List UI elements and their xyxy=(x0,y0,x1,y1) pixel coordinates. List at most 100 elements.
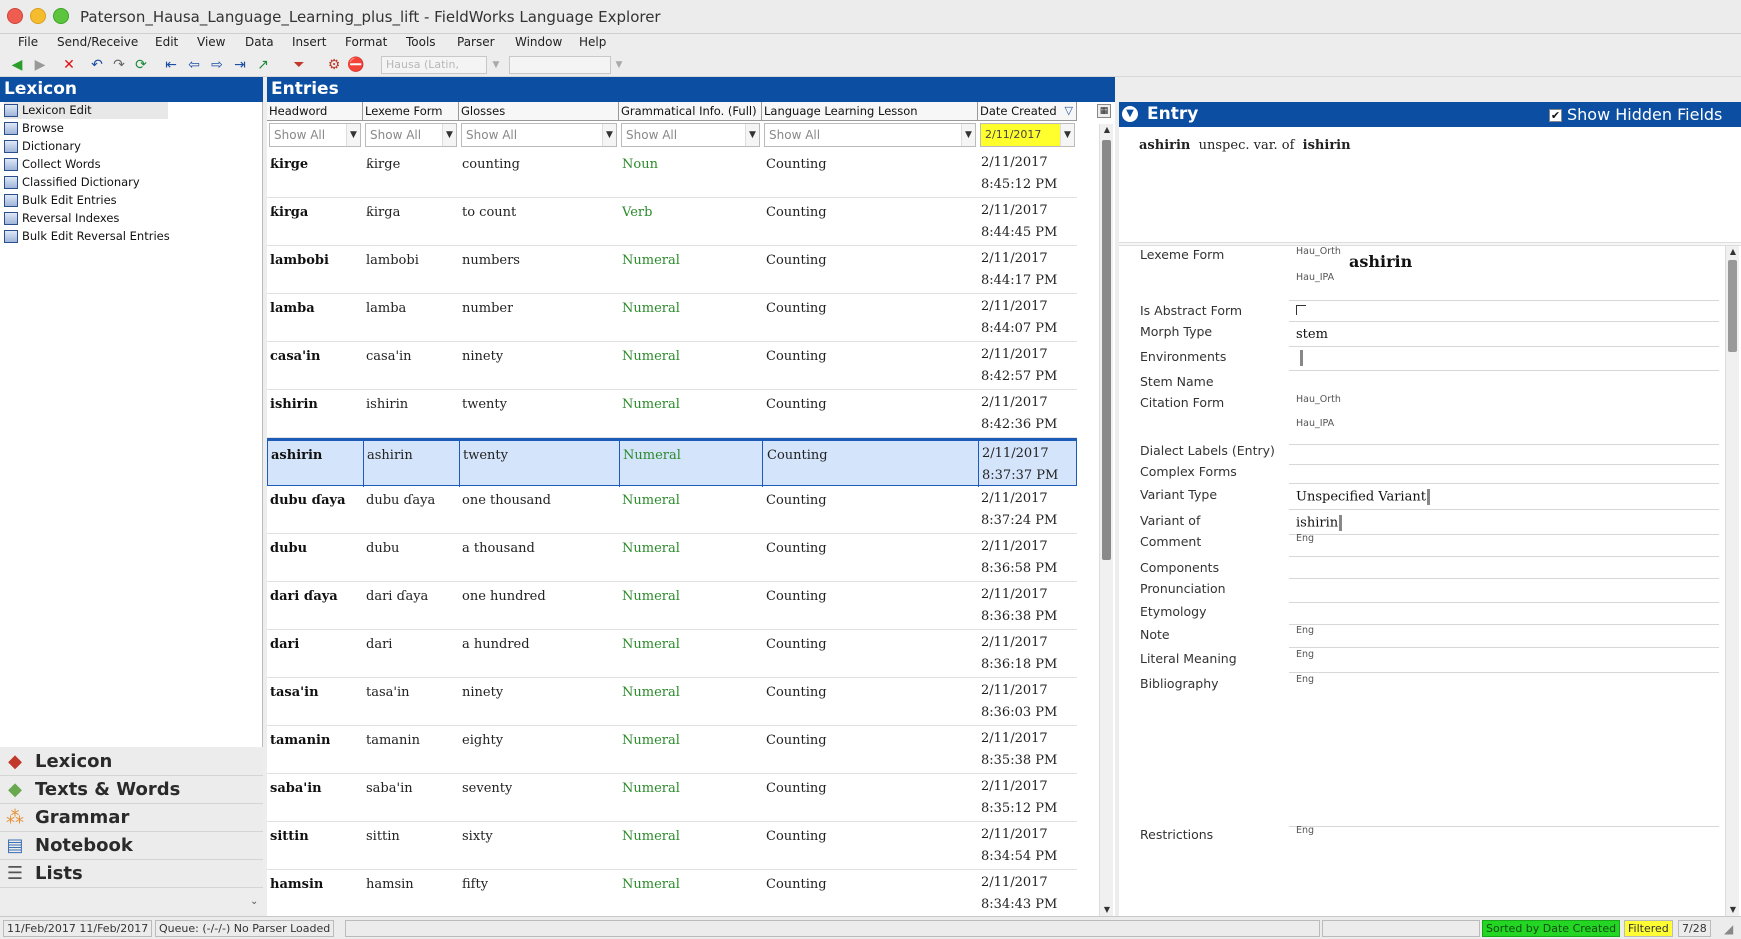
area-lists[interactable]: ☰ Lists xyxy=(0,860,263,888)
chevron-down-icon[interactable]: ▼ xyxy=(745,124,759,146)
chevron-down-icon[interactable]: ▼ xyxy=(489,56,503,74)
area-notebook[interactable]: ▤ Notebook xyxy=(0,832,263,860)
filter-lexeme-form[interactable]: Show All ▼ xyxy=(365,123,457,147)
tool-bulk-edit-entries[interactable]: Bulk Edit Entries xyxy=(4,192,117,209)
chevron-down-icon[interactable]: ▼ xyxy=(442,124,456,146)
forward-icon[interactable]: ▶ xyxy=(31,56,49,74)
menu-file[interactable]: File xyxy=(18,35,38,49)
previous-record-icon[interactable]: ⇦ xyxy=(185,56,203,74)
back-icon[interactable]: ◀ xyxy=(8,56,26,74)
tool-classified-dictionary[interactable]: Classified Dictionary xyxy=(4,174,140,191)
tool-browse[interactable]: Browse xyxy=(4,120,64,137)
scroll-down-icon[interactable]: ▼ xyxy=(1726,904,1740,916)
spellcheck-icon[interactable]: ⚙ xyxy=(325,56,343,74)
resize-grip-icon[interactable]: ◢ xyxy=(1724,922,1733,936)
menu-edit[interactable]: Edit xyxy=(155,35,178,49)
chevron-down-icon[interactable]: ▼ xyxy=(602,124,616,146)
is-abstract-checkbox[interactable] xyxy=(1296,305,1306,315)
menu-help[interactable]: Help xyxy=(579,35,606,49)
last-record-icon[interactable]: ⇥ xyxy=(231,56,249,74)
column-header-grammatical-info[interactable]: Grammatical Info. (Full) xyxy=(619,102,762,121)
next-record-icon[interactable]: ⇨ xyxy=(208,56,226,74)
area-grammar[interactable]: ⁂ Grammar xyxy=(0,804,263,832)
table-row[interactable]: dari dari a hundred Numeral Counting 2/11/201… xyxy=(267,630,1077,678)
environments-field[interactable] xyxy=(1300,350,1303,366)
maximize-window-button[interactable] xyxy=(53,8,69,24)
pane-splitter[interactable] xyxy=(1119,242,1741,246)
variant-type-value[interactable]: Unspecified Variant xyxy=(1296,489,1430,505)
scroll-up-icon[interactable]: ▲ xyxy=(1726,246,1740,258)
scroll-down-icon[interactable]: ▼ xyxy=(1100,904,1114,916)
column-header-date-created[interactable]: Date Created ▽ xyxy=(978,102,1077,121)
table-row[interactable]: tasa'in tasa'in ninety Numeral Counting 2/11/… xyxy=(267,678,1077,726)
chevron-down-icon[interactable]: ▼ xyxy=(346,124,360,146)
column-header-headword[interactable]: Headword xyxy=(267,102,363,121)
table-row[interactable]: dubu ɗaya dubu ɗaya one thousand Numeral Cou… xyxy=(267,486,1077,534)
column-chooser-icon[interactable]: ▦ xyxy=(1097,104,1111,118)
filter-date-created[interactable]: 2/11/2017 ▼ xyxy=(980,123,1075,147)
show-hidden-fields-toggle[interactable]: ✔ Show Hidden Fields xyxy=(1549,102,1722,127)
undo-icon[interactable]: ↶ xyxy=(88,56,106,74)
menu-data[interactable]: Data xyxy=(245,35,274,49)
tool-reversal-indexes[interactable]: Reversal Indexes xyxy=(4,210,119,227)
table-row[interactable]: casa'in casa'in ninety Numeral Counting 2/11/… xyxy=(267,342,1077,390)
menu-insert[interactable]: Insert xyxy=(292,35,326,49)
table-row[interactable]: lambobi lambobi numbers Numeral Counting 2/11… xyxy=(267,246,1077,294)
refresh-icon[interactable]: ⟳ xyxy=(132,56,150,74)
table-row[interactable]: hamsin hamsin fifty Numeral Counting 2/11/201… xyxy=(267,870,1077,916)
lexeme-form-value[interactable]: ashirin xyxy=(1349,252,1412,271)
entries-scrollbar[interactable]: ▲ ▼ xyxy=(1099,124,1113,916)
table-row[interactable]: ƙirge ƙirge counting Noun Counting 2/11/2017 8… xyxy=(267,150,1077,198)
column-header-lesson[interactable]: Language Learning Lesson xyxy=(762,102,978,121)
table-row[interactable]: lamba lamba number Numeral Counting 2/11/2017… xyxy=(267,294,1077,342)
scroll-up-icon[interactable]: ▲ xyxy=(1100,124,1114,136)
collapse-icon[interactable]: ▼ xyxy=(1122,106,1138,122)
menu-view[interactable]: View xyxy=(197,35,225,49)
chevron-down-icon[interactable]: ▼ xyxy=(961,124,975,146)
table-row[interactable]: dari ɗaya dari ɗaya one hundred Numeral Coun… xyxy=(267,582,1077,630)
entry-scrollbar[interactable]: ▲ ▼ xyxy=(1725,246,1739,916)
table-row[interactable]: ishirin ishirin twenty Numeral Counting 2/11/… xyxy=(267,390,1077,438)
writing-system-combo[interactable]: Hausa (Latin, xyxy=(381,56,487,74)
column-header-lexeme-form[interactable]: Lexeme Form xyxy=(363,102,459,121)
tool-bulk-edit-reversal-entries[interactable]: Bulk Edit Reversal Entries xyxy=(4,228,170,245)
checkbox-checked-icon[interactable]: ✔ xyxy=(1549,109,1562,122)
filter-icon[interactable]: ⏷ xyxy=(290,56,308,74)
scrollbar-thumb[interactable] xyxy=(1102,140,1111,560)
table-row[interactable]: dubu dubu a thousand Numeral Counting 2/11/20… xyxy=(267,534,1077,582)
tool-dictionary[interactable]: Dictionary xyxy=(4,138,81,155)
table-row[interactable]: saba'in saba'in seventy Numeral Counting 2/11… xyxy=(267,774,1077,822)
jump-icon[interactable]: ↗ xyxy=(254,56,272,74)
style-combo[interactable] xyxy=(509,56,611,74)
filter-lesson[interactable]: Show All ▼ xyxy=(764,123,976,147)
stop-parser-icon[interactable]: ⛔ xyxy=(347,56,365,74)
column-header-glosses[interactable]: Glosses xyxy=(459,102,619,121)
area-lexicon[interactable]: ◆ Lexicon xyxy=(0,748,263,776)
redo-icon[interactable]: ↷ xyxy=(110,56,128,74)
table-row-selected[interactable]: ashirin ashirin twenty Numeral Counting 2/11/… xyxy=(267,438,1077,487)
menu-tools[interactable]: Tools xyxy=(406,35,436,49)
table-row[interactable]: tamanin tamanin eighty Numeral Counting 2/11/… xyxy=(267,726,1077,774)
first-record-icon[interactable]: ⇤ xyxy=(162,56,180,74)
filter-headword[interactable]: Show All ▼ xyxy=(269,123,361,147)
table-row[interactable]: sittin sittin sixty Numeral Counting 2/11/201… xyxy=(267,822,1077,870)
filter-grammatical-info[interactable]: Show All ▼ xyxy=(621,123,760,147)
menu-send-receive[interactable]: Send/Receive xyxy=(57,35,138,49)
filter-glosses[interactable]: Show All ▼ xyxy=(461,123,617,147)
summary-target[interactable]: ishirin xyxy=(1303,138,1351,153)
variant-of-value[interactable]: ishirin xyxy=(1296,515,1343,531)
chevron-down-icon[interactable]: ▼ xyxy=(1060,124,1074,146)
minimize-window-button[interactable] xyxy=(30,8,46,24)
morph-type-value[interactable]: stem xyxy=(1296,327,1328,342)
menu-parser[interactable]: Parser xyxy=(457,35,495,49)
menu-window[interactable]: Window xyxy=(515,35,562,49)
chevron-down-icon[interactable]: ▼ xyxy=(612,56,626,74)
tool-collect-words[interactable]: Collect Words xyxy=(4,156,101,173)
area-texts-words[interactable]: ◆ Texts & Words xyxy=(0,776,263,804)
tool-lexicon-edit[interactable]: Lexicon Edit xyxy=(4,102,168,119)
scrollbar-thumb[interactable] xyxy=(1728,260,1737,352)
table-row[interactable]: ƙirga ƙirga to count Verb Counting 2/11/2017 8… xyxy=(267,198,1077,246)
sort-descending-icon[interactable]: ▽ xyxy=(1065,102,1073,120)
menu-format[interactable]: Format xyxy=(345,35,387,49)
delete-icon[interactable]: ✕ xyxy=(60,56,78,74)
